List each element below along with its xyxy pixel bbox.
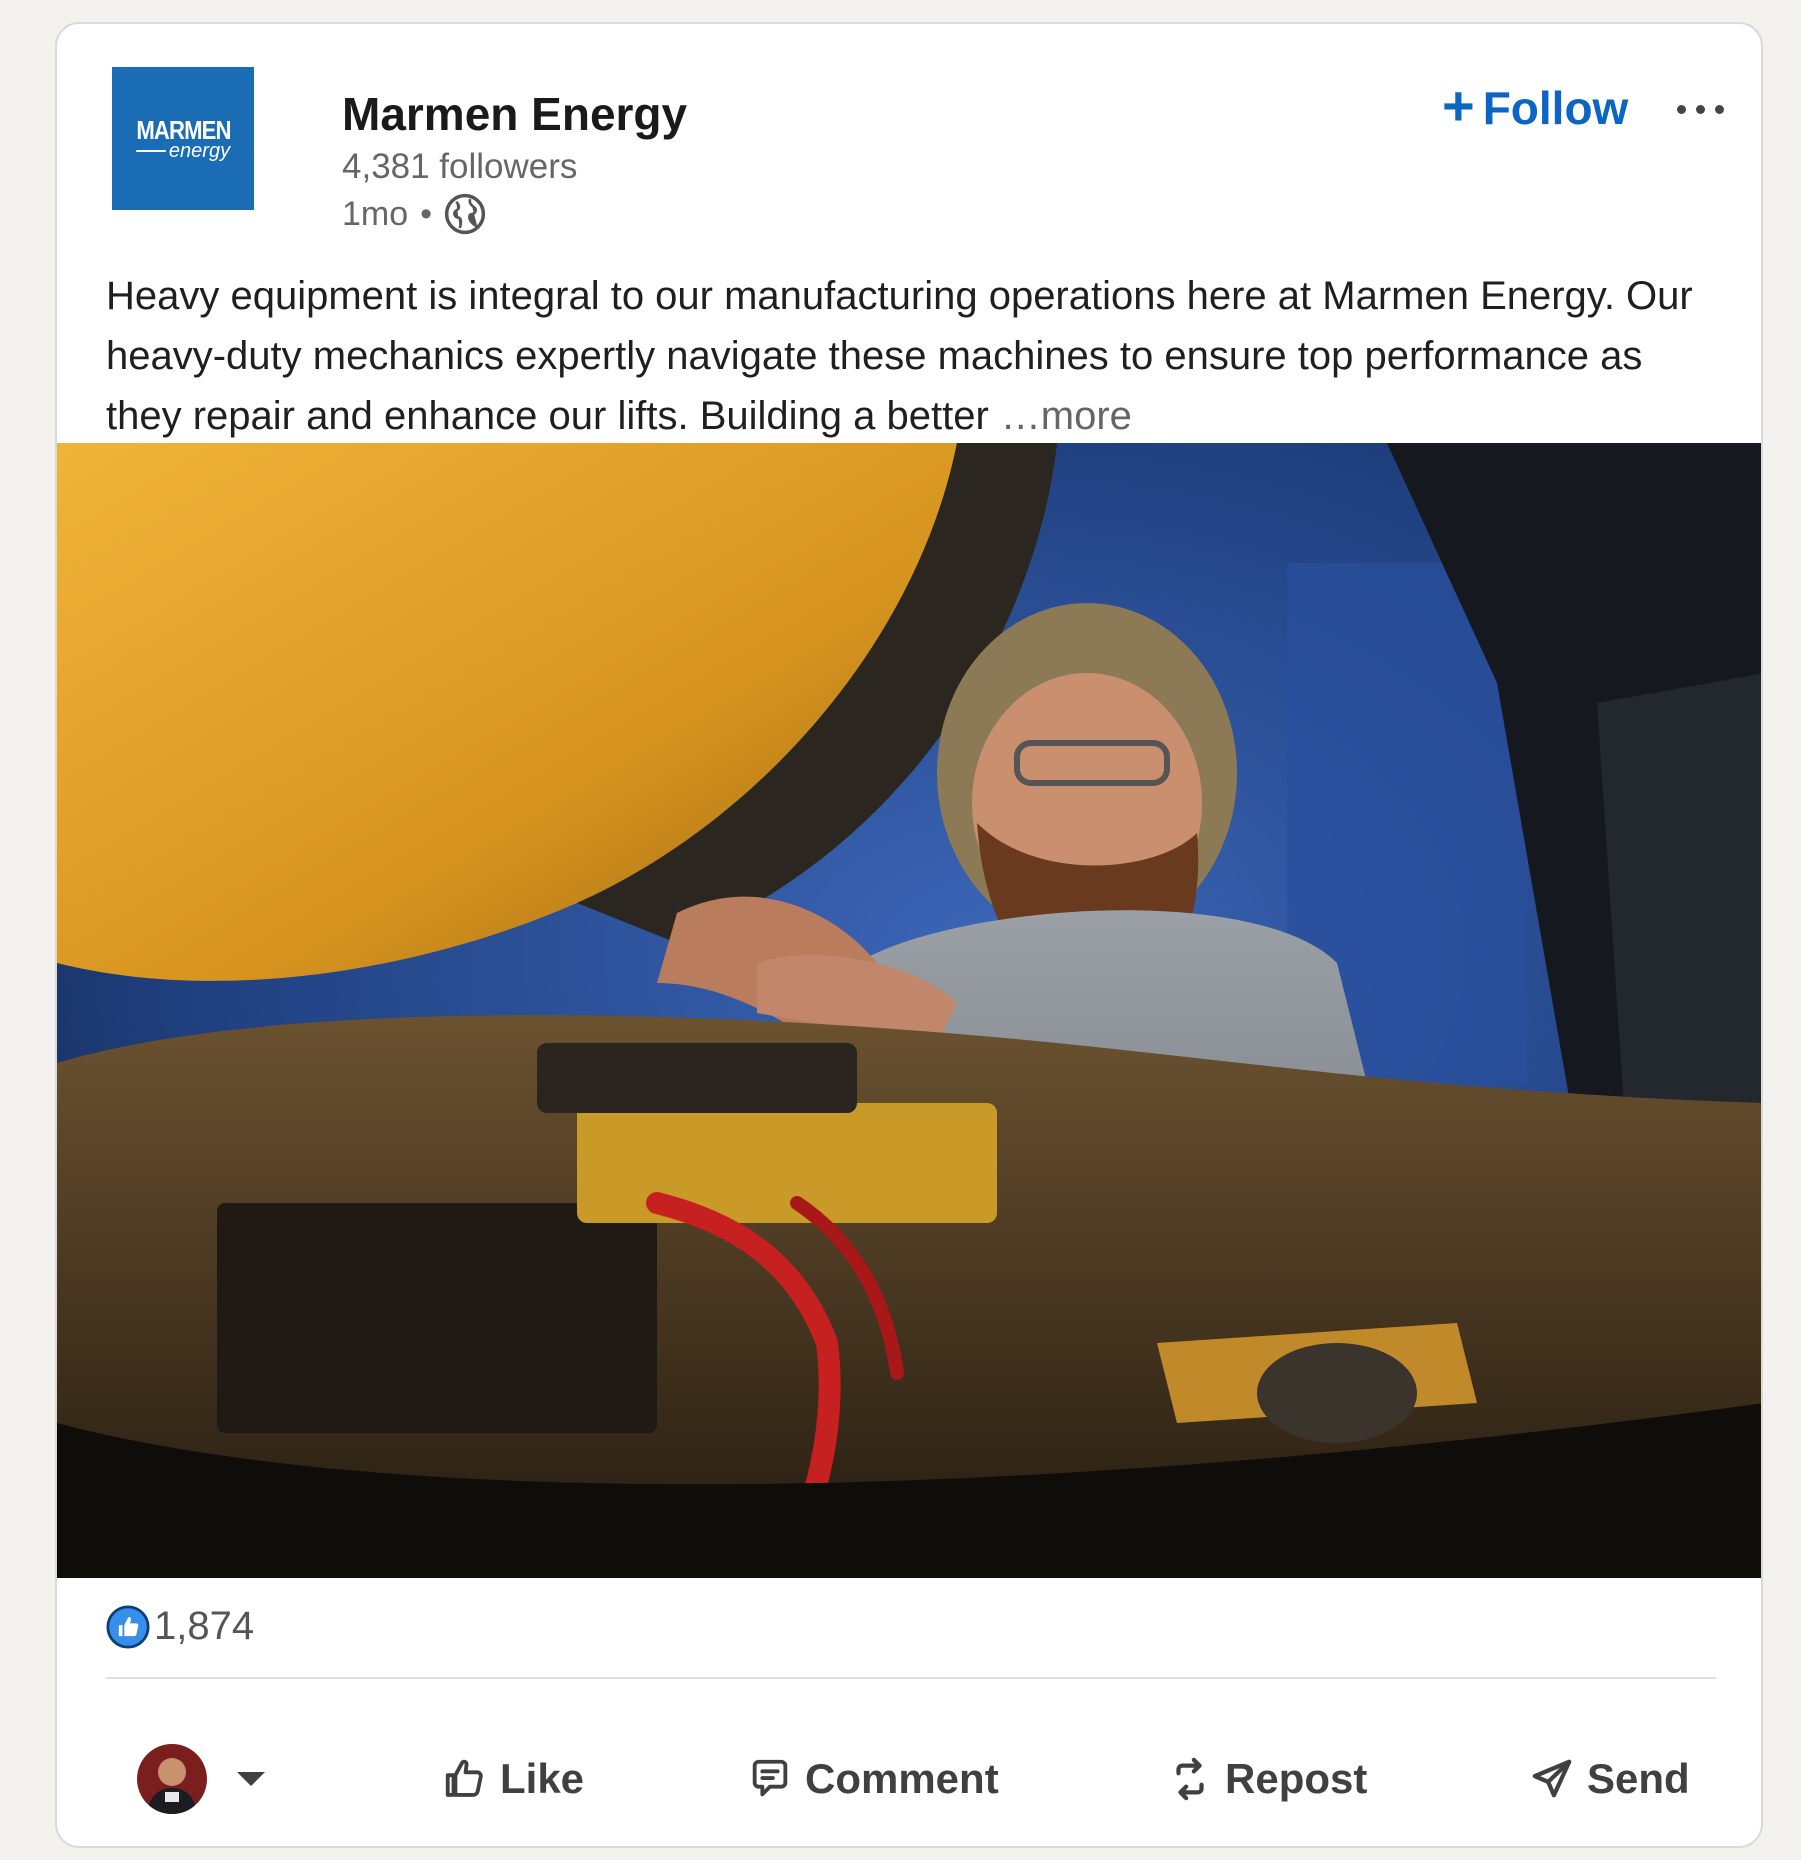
logo-wordmark: MARMEN — [135, 114, 231, 145]
post-text: Heavy equipment is integral to our manuf… — [106, 274, 1693, 438]
globe-icon — [444, 193, 486, 235]
avatar — [137, 1744, 207, 1814]
see-more-link[interactable]: …more — [1001, 394, 1132, 438]
divider — [106, 1677, 1716, 1679]
follower-count: 4,381 followers — [342, 147, 578, 186]
social-action-bar: Like Comment Repost Send — [57, 1724, 1761, 1834]
reaction-summary[interactable]: 1,874 — [106, 1604, 254, 1649]
avatar-image — [137, 1744, 207, 1814]
follow-button[interactable]: + Follow — [1442, 74, 1629, 137]
send-icon — [1532, 1759, 1572, 1798]
comment-button[interactable]: Comment — [747, 1724, 999, 1834]
reaction-count: 1,874 — [154, 1604, 255, 1648]
repost-button[interactable]: Repost — [1167, 1724, 1367, 1834]
plus-icon: + — [1442, 74, 1475, 137]
send-label: Send — [1587, 1755, 1690, 1802]
logo-swoosh — [135, 149, 166, 152]
post-image[interactable] — [57, 443, 1761, 1578]
company-logo[interactable]: MARMEN energy — [112, 67, 254, 210]
actor-switcher[interactable] — [137, 1724, 265, 1834]
post-header: MARMEN energy Marmen Energy 4,381 follow… — [112, 67, 1724, 235]
comment-label: Comment — [805, 1755, 999, 1802]
meta-separator: • — [420, 194, 433, 233]
send-button[interactable]: Send — [1529, 1724, 1690, 1834]
dot — [1715, 104, 1724, 114]
feed-post-card: MARMEN energy Marmen Energy 4,381 follow… — [55, 22, 1763, 1848]
repost-label: Repost — [1225, 1755, 1368, 1802]
repost-icon — [1176, 1757, 1204, 1801]
company-name[interactable]: Marmen Energy — [342, 87, 687, 141]
dot — [1677, 104, 1686, 114]
comment-icon — [752, 1759, 788, 1797]
like-reaction-icon — [106, 1604, 150, 1649]
post-age: 1mo — [342, 194, 409, 233]
mechanic-photo — [57, 443, 1761, 1578]
like-label: Like — [500, 1755, 585, 1802]
chevron-down-icon — [237, 1772, 265, 1786]
thumbs-up-icon — [445, 1759, 483, 1797]
dot — [1696, 104, 1705, 114]
more-options-icon[interactable] — [1677, 97, 1733, 121]
post-meta: 1mo • — [342, 193, 486, 235]
like-button[interactable]: Like — [442, 1724, 584, 1834]
follow-label: Follow — [1482, 82, 1629, 134]
post-body: Heavy equipment is integral to our manuf… — [106, 266, 1726, 446]
